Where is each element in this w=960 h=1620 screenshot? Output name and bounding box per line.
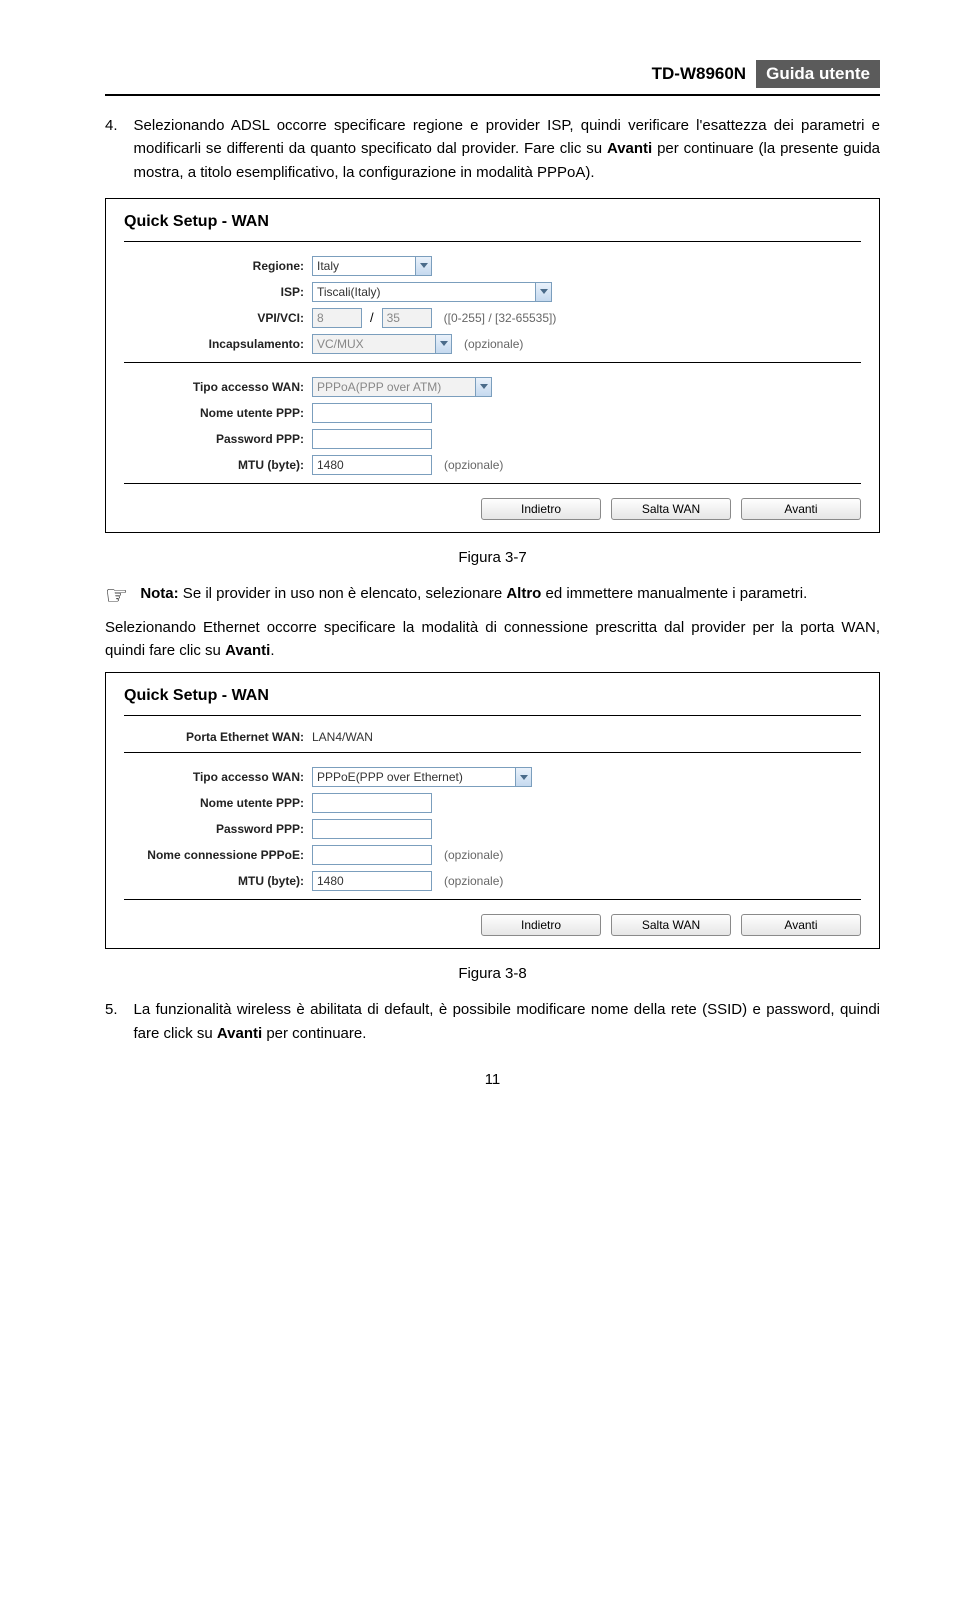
ppp-pass2-input[interactable]	[312, 819, 432, 839]
header-rule	[105, 94, 880, 96]
divider	[124, 715, 861, 716]
porta-value: LAN4/WAN	[312, 730, 373, 744]
regione-label: Regione:	[124, 259, 304, 273]
figure-3-8-caption: Figura 3-8	[105, 965, 880, 982]
tipo2-label: Tipo accesso WAN:	[124, 770, 304, 784]
tipo-label: Tipo accesso WAN:	[124, 380, 304, 394]
quick-setup-panel-1: Quick Setup - WAN Regione: Italy ISP: Ti…	[105, 198, 880, 533]
divider	[124, 483, 861, 484]
ppp-user2-input[interactable]	[312, 793, 432, 813]
incaps-select[interactable]: VC/MUX	[312, 334, 452, 354]
step-4: 4. Selezionando ADSL occorre specificare…	[105, 114, 880, 184]
chevron-down-icon	[475, 378, 491, 396]
regione-select[interactable]: Italy	[312, 256, 432, 276]
guide-badge: Guida utente	[756, 60, 880, 88]
step-5-number: 5.	[105, 998, 118, 1045]
mtu2-label: MTU (byte):	[124, 874, 304, 888]
next-button[interactable]: Avanti	[741, 498, 861, 520]
step-5-text: La funzionalità wireless è abilitata di …	[134, 998, 880, 1045]
tipo-select[interactable]: PPPoA(PPP over ATM)	[312, 377, 492, 397]
vpi-input[interactable]: 8	[312, 308, 362, 328]
panel2-title: Quick Setup - WAN	[124, 687, 861, 705]
vci-input[interactable]: 35	[382, 308, 432, 328]
tipo2-select[interactable]: PPPoE(PPP over Ethernet)	[312, 767, 532, 787]
pass2-label: Password PPP:	[124, 822, 304, 836]
chevron-down-icon	[435, 335, 451, 353]
incaps-label: Incapsulamento:	[124, 337, 304, 351]
chevron-down-icon	[535, 283, 551, 301]
ethernet-paragraph: Selezionando Ethernet occorre specificar…	[105, 616, 880, 663]
step-4-text: Selezionando ADSL occorre specificare re…	[134, 114, 880, 184]
doc-header: TD-W8960N Guida utente	[105, 60, 880, 88]
pppoe-conn-input[interactable]	[312, 845, 432, 865]
skip-wan-button-2[interactable]: Salta WAN	[611, 914, 731, 936]
mtu-hint: (opzionale)	[444, 458, 503, 472]
conn-hint: (opzionale)	[444, 848, 503, 862]
divider	[124, 362, 861, 363]
figure-3-7-caption: Figura 3-7	[105, 549, 880, 566]
mtu2-hint: (opzionale)	[444, 874, 503, 888]
note-block: ☞ Nota: Se il provider in uso non è elen…	[105, 582, 880, 608]
vpivci-label: VPI/VCI:	[124, 311, 304, 325]
user-label: Nome utente PPP:	[124, 406, 304, 420]
mtu2-input[interactable]: 1480	[312, 871, 432, 891]
divider	[124, 752, 861, 753]
divider	[124, 899, 861, 900]
ppp-user-input[interactable]	[312, 403, 432, 423]
porta-label: Porta Ethernet WAN:	[124, 730, 304, 744]
incaps-hint: (opzionale)	[464, 337, 523, 351]
chevron-down-icon	[415, 257, 431, 275]
chevron-down-icon	[515, 768, 531, 786]
skip-wan-button[interactable]: Salta WAN	[611, 498, 731, 520]
user2-label: Nome utente PPP:	[124, 796, 304, 810]
isp-label: ISP:	[124, 285, 304, 299]
isp-select[interactable]: Tiscali(Italy)	[312, 282, 552, 302]
conn-label: Nome connessione PPPoE:	[124, 848, 304, 862]
pointing-hand-icon: ☞	[105, 582, 128, 608]
ppp-pass-input[interactable]	[312, 429, 432, 449]
panel1-title: Quick Setup - WAN	[124, 213, 861, 231]
mtu-label: MTU (byte):	[124, 458, 304, 472]
model-label: TD-W8960N	[652, 64, 746, 84]
vpivci-hint: ([0-255] / [32-65535])	[444, 311, 557, 325]
pass-label: Password PPP:	[124, 432, 304, 446]
quick-setup-panel-2: Quick Setup - WAN Porta Ethernet WAN: LA…	[105, 672, 880, 949]
next-button-2[interactable]: Avanti	[741, 914, 861, 936]
mtu-input[interactable]: 1480	[312, 455, 432, 475]
back-button[interactable]: Indietro	[481, 498, 601, 520]
page-number: 11	[105, 1071, 880, 1088]
back-button-2[interactable]: Indietro	[481, 914, 601, 936]
step-4-number: 4.	[105, 114, 118, 184]
divider	[124, 241, 861, 242]
step-5: 5. La funzionalità wireless è abilitata …	[105, 998, 880, 1045]
